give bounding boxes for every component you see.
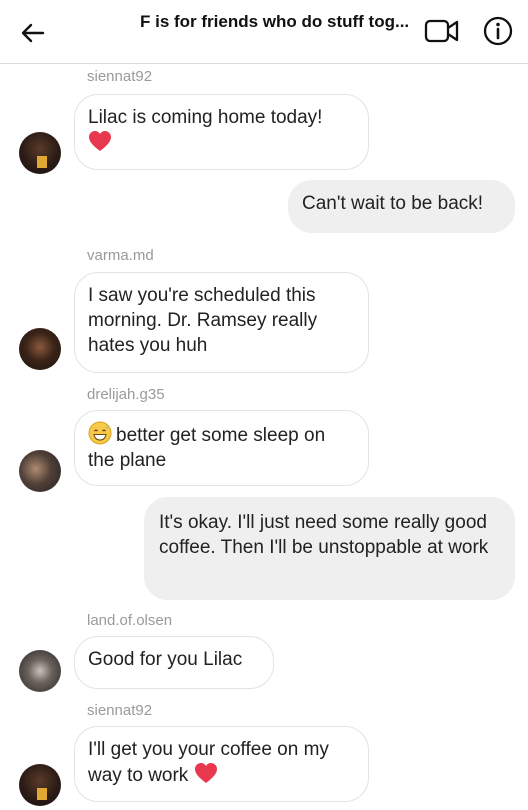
arrow-left-icon — [21, 23, 45, 43]
sender-name: varma.md — [87, 247, 154, 264]
chat-header: F is for friends who do stuff tog... — [0, 0, 528, 64]
incoming-message-bubble[interactable]: Lilac is coming home today! — [74, 94, 369, 170]
avatar[interactable] — [19, 764, 61, 806]
message-text: Can't wait to be back! — [302, 193, 484, 214]
incoming-message-bubble[interactable]: better get some sleep on the plane — [74, 410, 369, 486]
video-camera-icon — [424, 19, 459, 43]
outgoing-message-bubble[interactable]: Can't wait to be back! — [288, 180, 515, 233]
info-icon — [483, 16, 513, 46]
heart-emoji-icon — [89, 131, 111, 151]
back-button[interactable] — [18, 18, 48, 48]
outgoing-message-bubble[interactable]: It's okay. I'll just need some really go… — [144, 497, 515, 600]
sender-name: siennat92 — [87, 68, 153, 85]
message-thread[interactable]: siennat92 Lilac is coming home today! Ca… — [0, 64, 528, 810]
message-text: Lilac is coming home today! — [88, 107, 323, 128]
avatar[interactable] — [19, 450, 61, 492]
avatar[interactable] — [19, 132, 61, 174]
sender-name: drelijah.g35 — [87, 386, 165, 403]
message-text: I saw you're scheduled this morning. Dr.… — [88, 285, 318, 356]
message-text: better get some sleep on the plane — [88, 425, 326, 471]
message-text: It's okay. I'll just need some really go… — [159, 512, 489, 558]
avatar[interactable] — [19, 328, 61, 370]
grinning-sweat-emoji-icon — [88, 421, 112, 445]
message-text: Good for you Lilac — [88, 649, 243, 670]
incoming-message-bubble[interactable]: I saw you're scheduled this morning. Dr.… — [74, 272, 369, 373]
avatar[interactable] — [19, 650, 61, 692]
conversation-title[interactable]: F is for friends who do stuff tog... — [140, 12, 425, 32]
info-button[interactable] — [482, 15, 514, 47]
sender-name: land.of.olsen — [87, 612, 173, 629]
sender-name: siennat92 — [87, 702, 153, 719]
video-call-button[interactable] — [424, 17, 462, 45]
heart-emoji-icon — [194, 763, 217, 783]
incoming-message-bubble[interactable]: Good for you Lilac — [74, 636, 274, 689]
incoming-message-bubble[interactable]: I'll get you your coffee on my way to wo… — [74, 726, 369, 802]
